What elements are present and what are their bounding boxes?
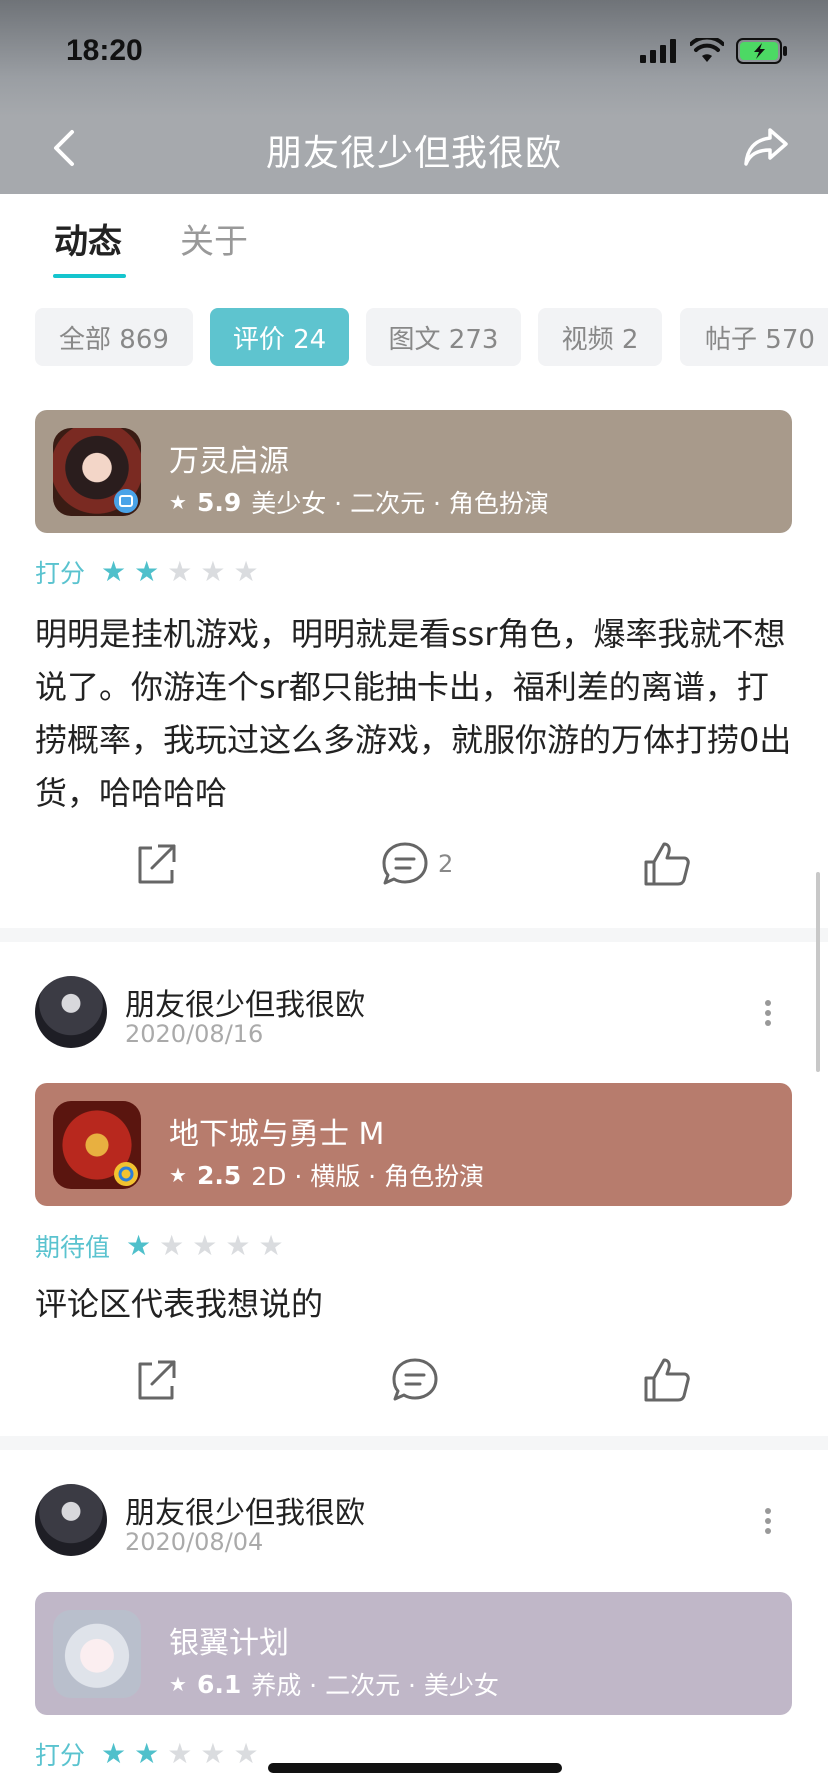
game-meta: ★ 5.9 美少女 · 二次元 · 角色扮演 bbox=[169, 484, 549, 520]
review-text[interactable]: 明明是挂机游戏，明明就是看ssr角色，爆率我就不想说了。你游连个sr都只能抽卡出… bbox=[35, 608, 795, 820]
game-card[interactable]: 万灵启源 ★ 5.9 美少女 · 二次元 · 角色扮演 bbox=[35, 410, 792, 533]
game-meta: ★ 2.5 2D · 横版 · 角色扮演 bbox=[169, 1157, 484, 1193]
more-options-icon[interactable] bbox=[763, 998, 773, 1028]
rating-label: 打分 bbox=[35, 1741, 86, 1770]
thumb-up-icon bbox=[644, 1358, 690, 1402]
star-icon: ★ bbox=[101, 555, 127, 588]
home-indicator[interactable] bbox=[268, 1763, 562, 1773]
game-name: 地下城与勇士 M bbox=[169, 1117, 385, 1152]
share-button[interactable] bbox=[132, 840, 180, 888]
tab-bar: 动态 关于 bbox=[0, 194, 828, 286]
game-name: 万灵启源 bbox=[169, 444, 289, 479]
chip-posts[interactable]: 帖子 570 bbox=[680, 308, 828, 366]
battery-charging-icon bbox=[736, 38, 787, 64]
status-time: 18:20 bbox=[66, 34, 143, 67]
review-text[interactable]: 评论区代表我想说的 bbox=[35, 1278, 795, 1331]
game-icon bbox=[53, 1610, 141, 1698]
star-icon: ★ bbox=[169, 1163, 187, 1187]
chip-all[interactable]: 全部 869 bbox=[35, 308, 193, 366]
game-tags: 2D · 横版 · 角色扮演 bbox=[251, 1162, 485, 1191]
comment-button[interactable]: 2 bbox=[380, 840, 453, 888]
avatar[interactable] bbox=[35, 976, 107, 1048]
star-icon: ★ bbox=[167, 1737, 193, 1770]
more-options-icon[interactable] bbox=[763, 1506, 773, 1536]
star-icon: ★ bbox=[233, 1737, 259, 1770]
share-icon[interactable] bbox=[742, 124, 790, 170]
star-icon: ★ bbox=[169, 1672, 187, 1696]
game-tags: 美少女 · 二次元 · 角色扮演 bbox=[251, 489, 549, 518]
nav-bar: 朋友很少但我很欧 bbox=[0, 104, 828, 194]
like-button[interactable] bbox=[642, 840, 692, 888]
rating-row: 期待值 ★ ★ ★ ★ ★ bbox=[35, 1228, 284, 1264]
author-name[interactable]: 朋友很少但我很欧 bbox=[125, 1488, 365, 1532]
star-icon: ★ bbox=[200, 1737, 226, 1770]
star-icon: ★ bbox=[225, 1229, 251, 1262]
comment-icon bbox=[382, 842, 428, 885]
game-badge-icon bbox=[114, 1162, 138, 1186]
feed-divider bbox=[0, 1436, 828, 1450]
chip-image-text[interactable]: 图文 273 bbox=[366, 308, 521, 366]
filter-chips: 全部 869 评价 24 图文 273 视频 2 帖子 570 bbox=[0, 308, 828, 366]
rating-row: 打分 ★ ★ ★ ★ ★ bbox=[35, 554, 259, 590]
status-icons bbox=[640, 38, 788, 64]
star-icon: ★ bbox=[134, 555, 160, 588]
game-card[interactable]: 地下城与勇士 M ★ 2.5 2D · 横版 · 角色扮演 bbox=[35, 1083, 792, 1206]
header: 18:20 朋友很少但我很欧 bbox=[0, 0, 828, 194]
comment-button[interactable] bbox=[390, 1356, 440, 1404]
author-row: 朋友很少但我很欧 2020/08/04 bbox=[35, 1484, 795, 1564]
comment-count: 2 bbox=[438, 850, 454, 878]
game-score: 6.1 bbox=[196, 1669, 242, 1699]
like-button[interactable] bbox=[642, 1356, 692, 1404]
star-icon: ★ bbox=[169, 490, 187, 514]
action-bar bbox=[0, 1356, 828, 1416]
game-card[interactable]: 银翼计划 ★ 6.1 养成 · 二次元 · 美少女 bbox=[35, 1592, 792, 1715]
game-meta: ★ 6.1 养成 · 二次元 · 美少女 bbox=[169, 1666, 499, 1702]
game-score: 5.9 bbox=[196, 487, 242, 517]
post-date: 2020/08/04 bbox=[125, 1528, 264, 1556]
game-badge-icon bbox=[114, 489, 138, 513]
action-bar: 2 bbox=[0, 840, 828, 900]
scrollbar[interactable] bbox=[816, 872, 820, 1072]
rating-label: 期待值 bbox=[35, 1233, 111, 1262]
star-icon: ★ bbox=[126, 1229, 152, 1262]
share-out-icon bbox=[138, 1360, 176, 1400]
thumb-up-icon bbox=[644, 842, 690, 886]
feed-divider bbox=[0, 928, 828, 942]
game-icon bbox=[53, 1101, 141, 1189]
status-bar: 18:20 bbox=[0, 0, 828, 104]
tab-activity[interactable]: 动态 bbox=[54, 214, 122, 263]
tab-about[interactable]: 关于 bbox=[180, 214, 248, 263]
chip-reviews[interactable]: 评价 24 bbox=[210, 308, 349, 366]
post-date: 2020/08/16 bbox=[125, 1020, 264, 1048]
game-icon bbox=[53, 428, 141, 516]
star-icon: ★ bbox=[134, 1737, 160, 1770]
star-icon: ★ bbox=[200, 555, 226, 588]
page-title: 朋友很少但我很欧 bbox=[265, 133, 562, 174]
avatar[interactable] bbox=[35, 1484, 107, 1556]
author-name[interactable]: 朋友很少但我很欧 bbox=[125, 980, 365, 1024]
rating-row: 打分 ★ ★ ★ ★ ★ bbox=[35, 1736, 259, 1772]
tab-active-indicator bbox=[53, 274, 126, 278]
chip-videos[interactable]: 视频 2 bbox=[538, 308, 662, 366]
rating-label: 打分 bbox=[35, 559, 86, 588]
star-icon: ★ bbox=[192, 1229, 218, 1262]
author-row: 朋友很少但我很欧 2020/08/16 bbox=[35, 976, 795, 1056]
star-icon: ★ bbox=[258, 1229, 284, 1262]
share-button[interactable] bbox=[132, 1356, 180, 1404]
signal-icon bbox=[640, 39, 676, 63]
share-out-icon bbox=[138, 844, 176, 884]
comment-icon bbox=[392, 1358, 438, 1401]
star-icon: ★ bbox=[101, 1737, 127, 1770]
wifi-icon bbox=[690, 38, 724, 62]
star-icon: ★ bbox=[167, 555, 193, 588]
game-score: 2.5 bbox=[196, 1160, 242, 1190]
game-name: 银翼计划 bbox=[169, 1626, 289, 1661]
star-icon: ★ bbox=[233, 555, 259, 588]
game-tags: 养成 · 二次元 · 美少女 bbox=[251, 1671, 499, 1700]
star-icon: ★ bbox=[159, 1229, 185, 1262]
